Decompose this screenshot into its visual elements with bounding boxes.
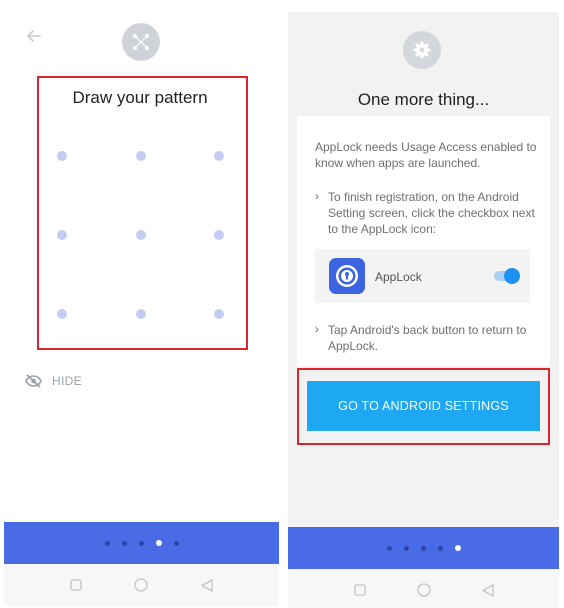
back-arrow-icon[interactable] [24, 26, 44, 46]
page-dot [138, 540, 144, 546]
pattern-icon [133, 34, 149, 50]
page-dot [104, 540, 110, 546]
page-dot [386, 545, 392, 551]
chevron-right-icon: › [315, 322, 319, 336]
chevron-right-icon: › [315, 189, 319, 203]
pattern-dot[interactable] [57, 230, 67, 240]
app-name: AppLock [375, 270, 422, 284]
pattern-dot[interactable] [136, 151, 146, 161]
eye-off-icon [25, 374, 42, 388]
square-nav-icon[interactable] [353, 584, 366, 596]
page-indicator [4, 522, 279, 564]
settings-badge [403, 31, 441, 69]
page-indicator [288, 527, 559, 569]
usage-access-toggle[interactable] [494, 268, 520, 284]
page-dot [173, 540, 179, 546]
hide-pattern-toggle[interactable]: HIDE [25, 374, 82, 388]
gear-icon [413, 41, 431, 59]
circle-nav-icon[interactable] [134, 578, 149, 592]
app-list-item: AppLock [315, 249, 530, 303]
applock-icon [329, 258, 365, 294]
pattern-dot[interactable] [214, 230, 224, 240]
cta-highlight: GO TO ANDROID SETTINGS [297, 368, 550, 445]
page-dot [437, 545, 443, 551]
triangle-nav-icon[interactable] [201, 578, 213, 592]
circle-nav-icon[interactable] [416, 583, 431, 597]
intro-text: AppLock needs Usage Access enabled to kn… [315, 140, 537, 170]
pattern-dot[interactable] [136, 230, 146, 240]
pattern-dot[interactable] [57, 151, 67, 161]
page-dot [420, 545, 426, 551]
pattern-badge [122, 23, 160, 61]
page-title: One more thing... [357, 90, 490, 109]
pattern-dot[interactable] [214, 151, 224, 161]
system-nav-bar [4, 564, 279, 606]
pattern-dot[interactable] [214, 309, 224, 319]
pattern-dot[interactable] [136, 309, 146, 319]
page-dot [121, 540, 127, 546]
instructions-card: AppLock needs Usage Access enabled to kn… [297, 116, 550, 366]
page-dot [403, 545, 409, 551]
go-to-android-settings-button[interactable]: GO TO ANDROID SETTINGS [307, 381, 540, 431]
system-nav-bar [288, 569, 559, 608]
triangle-nav-icon[interactable] [481, 583, 494, 597]
hide-label: HIDE [52, 374, 82, 388]
step-one-text: To finish registration, on the Android S… [328, 190, 535, 236]
page-dot-active [454, 545, 461, 551]
pattern-dot[interactable] [57, 309, 67, 319]
square-nav-icon[interactable] [70, 579, 82, 591]
pattern-screen: Draw your pattern HIDE [0, 0, 280, 608]
step-two-text: Tap Android's back button to return to A… [328, 323, 527, 353]
permission-screen: One more thing... AppLock needs Usage Ac… [288, 12, 559, 608]
pattern-title: Draw your pattern [72, 88, 208, 107]
page-dot-active [155, 540, 162, 546]
